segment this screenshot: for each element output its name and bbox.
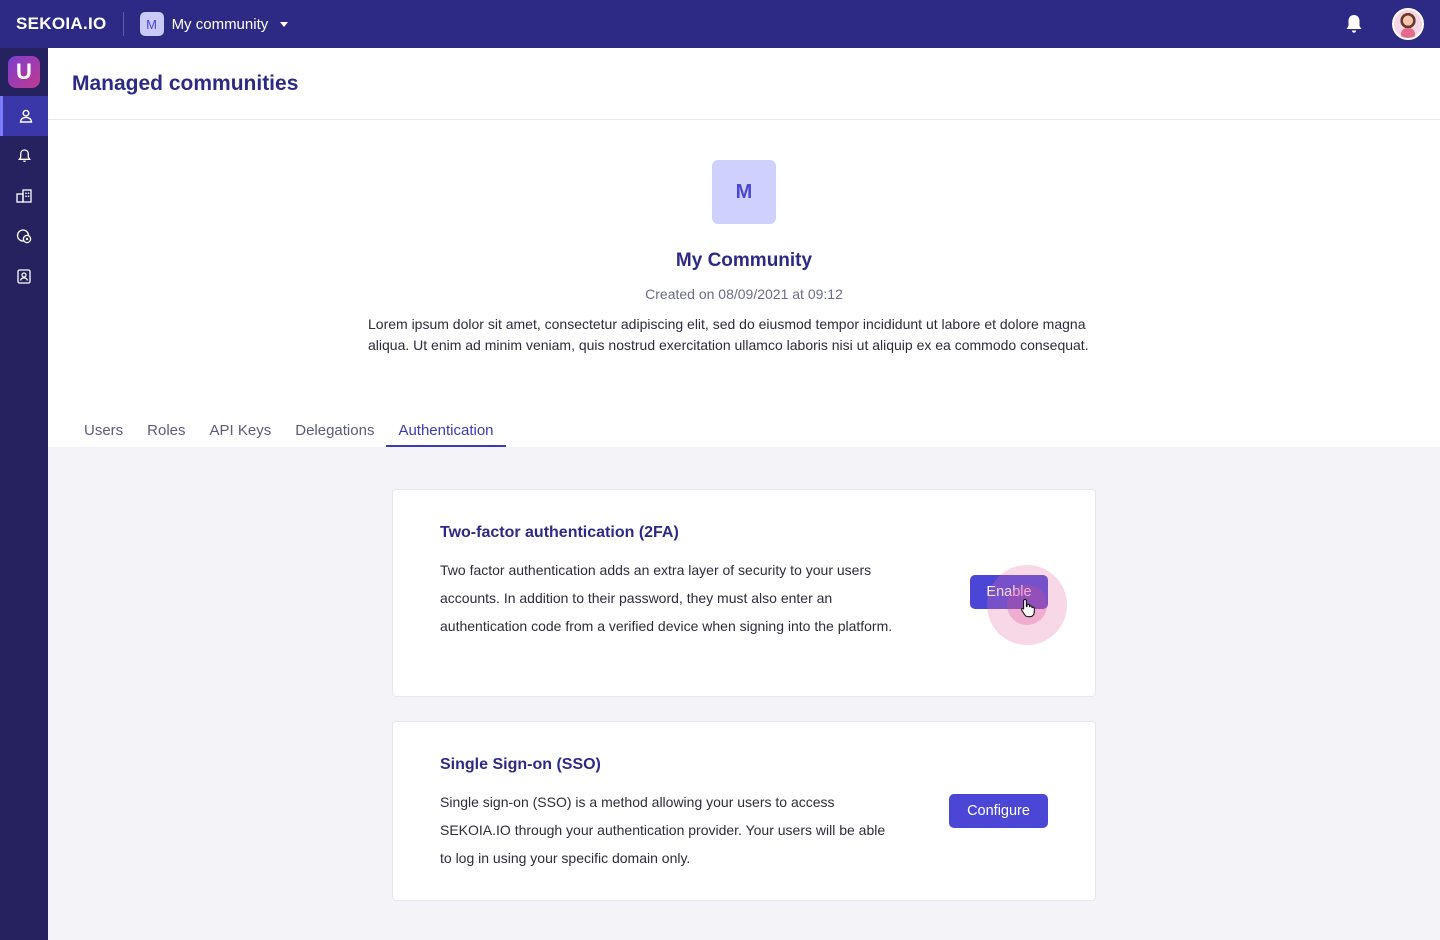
community-profile: M My Community Created on 08/09/2021 at … — [48, 120, 1440, 447]
main-area: Managed communities M My Community Creat… — [48, 48, 1440, 940]
community-name-title: My Community — [675, 250, 813, 271]
tab-delegations[interactable]: Delegations — [283, 414, 386, 447]
shield-gear-icon — [16, 229, 32, 244]
top-bar: SEKOIA.IO M My community — [0, 0, 1440, 48]
community-name: My community — [171, 15, 269, 33]
page-header: Managed communities — [48, 48, 1440, 120]
tab-api-keys[interactable]: API Keys — [198, 414, 284, 447]
page-title: Managed communities — [72, 71, 299, 95]
tab-authentication[interactable]: Authentication — [386, 414, 506, 447]
two-factor-card: Two-factor authentication (2FA) Two fact… — [392, 489, 1096, 697]
tab-roles[interactable]: Roles — [135, 414, 197, 447]
user-icon — [19, 109, 32, 123]
sidebar: U — [0, 48, 48, 940]
two-factor-title: Two-factor authentication (2FA) — [440, 524, 679, 541]
brand-logo[interactable]: SEKOIA.IO — [16, 14, 107, 34]
user-avatar[interactable] — [1392, 8, 1424, 40]
caret-down-icon — [280, 21, 289, 27]
authentication-panel: Two-factor authentication (2FA) Two fact… — [48, 447, 1440, 940]
avatar-figure — [1401, 28, 1415, 38]
community-avatar-large: M — [712, 160, 776, 224]
community-avatar: M — [139, 12, 164, 36]
app-logo[interactable]: U — [8, 56, 40, 88]
sidebar-item-contacts[interactable] — [0, 256, 48, 296]
contact-card-icon — [17, 268, 31, 284]
sso-card: Single Sign-on (SSO) Single sign-on (SSO… — [392, 721, 1096, 901]
sso-title: Single Sign-on (SSO) — [440, 756, 601, 773]
configure-sso-button[interactable]: Configure — [949, 794, 1048, 828]
community-switcher[interactable]: M My community — [139, 12, 289, 36]
bell-icon — [17, 149, 31, 162]
topbar-actions — [1342, 8, 1440, 40]
sidebar-item-security[interactable] — [0, 216, 48, 256]
bell-icon[interactable] — [1342, 12, 1366, 36]
community-description: Lorem ipsum dolor sit amet, consectetur … — [368, 316, 1089, 353]
sso-description: Single sign-on (SSO) is a method allowin… — [440, 794, 886, 866]
sidebar-item-alerts[interactable] — [0, 136, 48, 176]
enable-2fa-button[interactable]: Enable — [970, 575, 1048, 609]
community-tabs: Users Roles API Keys Delegations Authent… — [72, 414, 506, 447]
sidebar-item-communities[interactable] — [0, 176, 48, 216]
two-factor-description: Two factor authentication adds an extra … — [440, 562, 893, 634]
sidebar-item-users[interactable] — [0, 96, 48, 136]
topbar-divider — [122, 12, 124, 36]
tab-users[interactable]: Users — [72, 414, 135, 447]
buildings-icon — [16, 189, 32, 203]
community-created-date: Created on 08/09/2021 at 09:12 — [645, 286, 843, 302]
